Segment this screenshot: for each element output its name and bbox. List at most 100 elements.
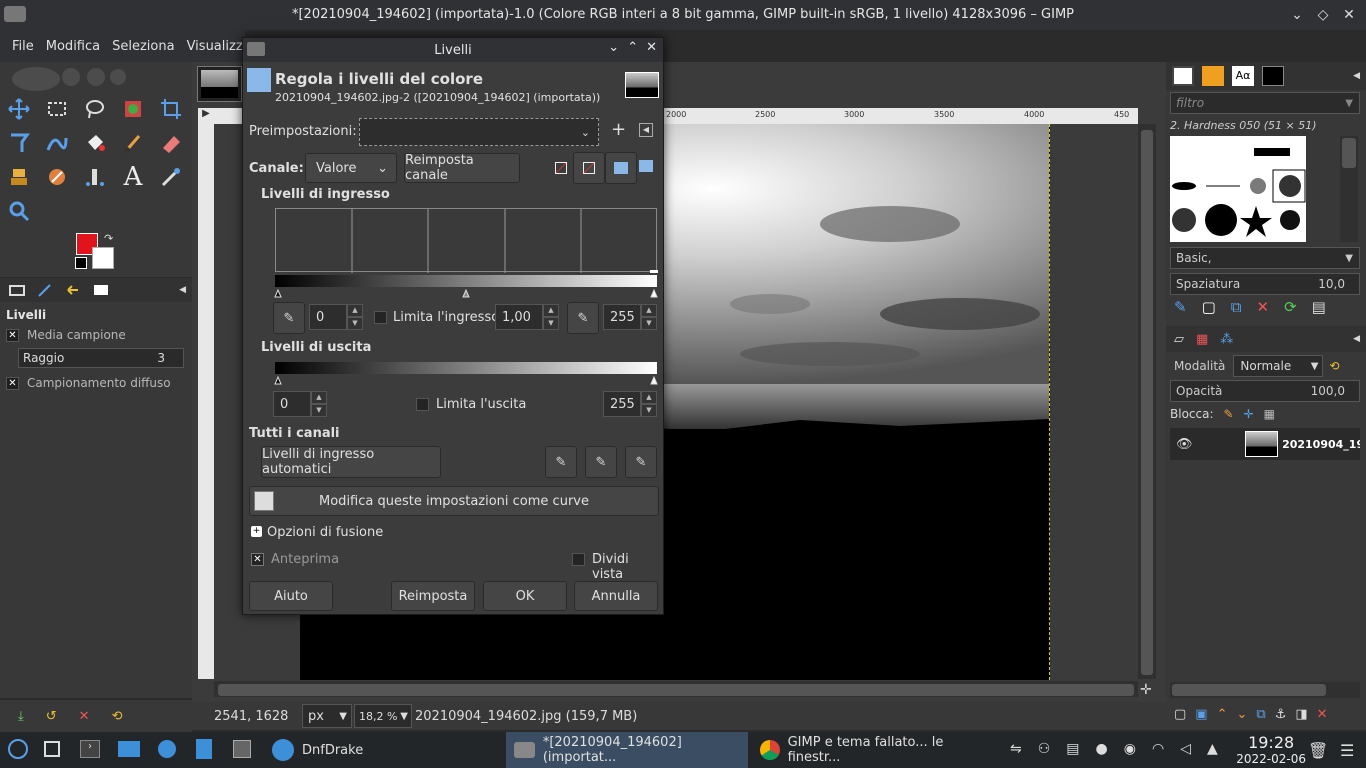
menu-file[interactable]: File xyxy=(6,39,40,54)
paintbrush-tool-icon[interactable] xyxy=(120,130,146,156)
warp-tool-icon[interactable] xyxy=(44,130,70,156)
dock-menu-icon[interactable]: ◀ xyxy=(179,285,186,295)
input-low-arrows[interactable]: ▲ ▼ xyxy=(347,304,363,330)
refresh-brushes-icon[interactable]: ⟳ xyxy=(1284,298,1297,316)
add-preset-icon[interactable]: + xyxy=(611,119,626,140)
app-launcher-icon[interactable] xyxy=(8,739,28,759)
delete-layer-icon[interactable]: ✕ xyxy=(1317,707,1328,722)
edit-as-curves-button[interactable]: Modifica queste impostazioni come curve xyxy=(249,486,659,516)
brush-grid[interactable] xyxy=(1170,136,1306,242)
output-high-spinbox[interactable]: 255 xyxy=(603,391,641,417)
horizontal-scrollbar[interactable] xyxy=(214,681,1138,697)
output-low-arrows[interactable]: ▲ ▼ xyxy=(311,391,327,417)
quick-mask-corner-icon[interactable]: ▶ xyxy=(198,108,214,124)
clone-tool-icon[interactable] xyxy=(6,164,32,190)
sample-average-checkbox[interactable]: ✕ xyxy=(6,328,19,342)
new-layer-icon[interactable]: ▢ xyxy=(1174,707,1186,722)
lock-pixels-icon[interactable]: ✎ xyxy=(1224,407,1234,421)
minimize-icon[interactable]: ⌄ xyxy=(1286,4,1308,26)
task-chrome[interactable]: GIMP e tema fallato... le finestr... xyxy=(752,732,996,768)
lasso-tool-icon[interactable] xyxy=(82,96,108,122)
cancel-button[interactable]: Annulla xyxy=(574,581,658,611)
vertical-scrollbar[interactable] xyxy=(1138,124,1156,679)
histogram-linear-view-button[interactable] xyxy=(605,152,637,184)
lock-position-icon[interactable]: ✛ xyxy=(1244,407,1254,421)
bucket-fill-tool-icon[interactable] xyxy=(82,130,108,156)
trash-icon[interactable]: 🗑 xyxy=(1308,741,1328,760)
limit-output-checkbox[interactable] xyxy=(416,398,429,411)
eraser-tool-icon[interactable] xyxy=(158,130,184,156)
black-point-picker-button[interactable]: ✎ xyxy=(273,302,305,334)
navigate-icon[interactable]: ✛ xyxy=(1140,682,1152,698)
save-tool-preset-icon[interactable]: ⤓ xyxy=(18,709,24,724)
sample-merged-checkbox[interactable]: ✕ xyxy=(6,376,19,390)
linear-histogram-icon[interactable] xyxy=(555,162,567,174)
undo-history-tab-icon[interactable] xyxy=(64,282,82,298)
gradients-tab-icon[interactable] xyxy=(1262,66,1284,86)
image-tab-thumbnail[interactable] xyxy=(197,66,242,102)
output-low-spinbox[interactable]: 0 xyxy=(273,391,311,417)
layers-scrollbar[interactable] xyxy=(1170,682,1360,698)
reset-button[interactable]: Reimposta xyxy=(391,581,475,611)
spacing-spinbox[interactable]: Spaziatura 10,0 xyxy=(1170,273,1360,295)
background-color-swatch[interactable] xyxy=(92,247,114,269)
limit-input-checkbox[interactable] xyxy=(374,311,387,324)
output-slider-handles[interactable] xyxy=(273,374,659,385)
crop-tool-icon[interactable] xyxy=(158,96,184,122)
channels-tab-icon[interactable]: ▦ xyxy=(1196,332,1208,347)
histogram-log-view-icon[interactable] xyxy=(639,160,653,172)
edit-brush-icon[interactable]: ✎ xyxy=(1174,298,1187,316)
auto-input-levels-button[interactable]: Livelli di ingresso automatici xyxy=(261,446,441,478)
channel-select[interactable]: Valore ⌄ xyxy=(305,153,397,183)
white-point-picker-button[interactable]: ✎ xyxy=(567,302,599,334)
layer-row[interactable]: 👁 20210904_1946 xyxy=(1170,428,1360,460)
notifications-icon[interactable]: ● xyxy=(1096,741,1108,757)
dock-menu-icon[interactable]: ◀ xyxy=(1353,71,1360,81)
help-button[interactable]: Aiuto xyxy=(249,581,333,611)
patterns-tab-icon[interactable] xyxy=(1202,66,1224,86)
split-view-checkbox[interactable] xyxy=(572,553,585,566)
output-high-arrows[interactable]: ▲ ▼ xyxy=(641,391,657,417)
pick-gray-all-button[interactable]: ✎ xyxy=(585,446,617,478)
clipboard-icon[interactable]: ▤ xyxy=(1066,741,1079,757)
gamma-spinbox[interactable]: 1,00 xyxy=(495,304,543,330)
smudge-tool-icon[interactable] xyxy=(44,164,70,190)
text-tool-icon[interactable]: A xyxy=(120,162,146,192)
new-layer-group-icon[interactable]: ▣ xyxy=(1195,707,1207,722)
unified-transform-tool-icon[interactable] xyxy=(6,130,32,156)
pick-black-all-button[interactable]: ✎ xyxy=(545,446,577,478)
restore-tool-preset-icon[interactable]: ↺ xyxy=(46,709,57,724)
menu-modifica[interactable]: Modifica xyxy=(40,39,106,54)
dock-menu-icon[interactable]: ◀ xyxy=(1353,334,1360,344)
images-tab-icon[interactable] xyxy=(92,282,110,298)
brush-scrollbar[interactable] xyxy=(1340,136,1358,242)
eye-icon[interactable]: 👁 xyxy=(1176,437,1193,452)
paths-tool-icon[interactable] xyxy=(82,164,108,190)
lock-alpha-icon[interactable]: ▦ xyxy=(1264,407,1275,421)
move-tool-icon[interactable] xyxy=(6,96,32,122)
expand-blend-options-icon[interactable]: + xyxy=(251,526,262,537)
lower-layer-icon[interactable]: ⌄ xyxy=(1237,707,1248,722)
blend-options-label[interactable]: Opzioni di fusione xyxy=(267,525,383,540)
close-icon[interactable]: ✕ xyxy=(646,40,657,55)
input-high-spinbox[interactable]: 255 xyxy=(603,304,641,330)
duplicate-layer-icon[interactable]: ⧉ xyxy=(1256,707,1265,722)
rect-select-tool-icon[interactable] xyxy=(44,96,70,122)
panel-menu-icon[interactable]: ☰ xyxy=(1340,741,1354,760)
mode-select[interactable]: Normale ▼ xyxy=(1233,355,1324,377)
brushes-tab-icon[interactable] xyxy=(1172,66,1194,86)
zoom-tool-icon[interactable] xyxy=(6,198,32,224)
tool-options-tab-icon[interactable] xyxy=(8,282,26,298)
document-icon[interactable] xyxy=(196,739,212,759)
user-switch-icon[interactable]: ⚇ xyxy=(1038,741,1051,757)
color-picker-tool-icon[interactable] xyxy=(158,164,184,190)
brush-filter-input[interactable]: filtro ▼ xyxy=(1170,92,1360,114)
network-icon[interactable]: ◠ xyxy=(1152,741,1164,757)
foreground-select-tool-icon[interactable] xyxy=(120,96,146,122)
reset-channel-button[interactable]: Reimposta canale xyxy=(404,153,520,183)
display-config-icon[interactable]: ⇋ xyxy=(1010,741,1022,757)
anchor-layer-icon[interactable]: ⚓ xyxy=(1275,707,1287,722)
browser-icon[interactable] xyxy=(158,740,176,758)
maximize-icon[interactable]: ◇ xyxy=(1312,4,1334,26)
zoom-select[interactable]: 18,2 % ▼ xyxy=(354,704,412,728)
